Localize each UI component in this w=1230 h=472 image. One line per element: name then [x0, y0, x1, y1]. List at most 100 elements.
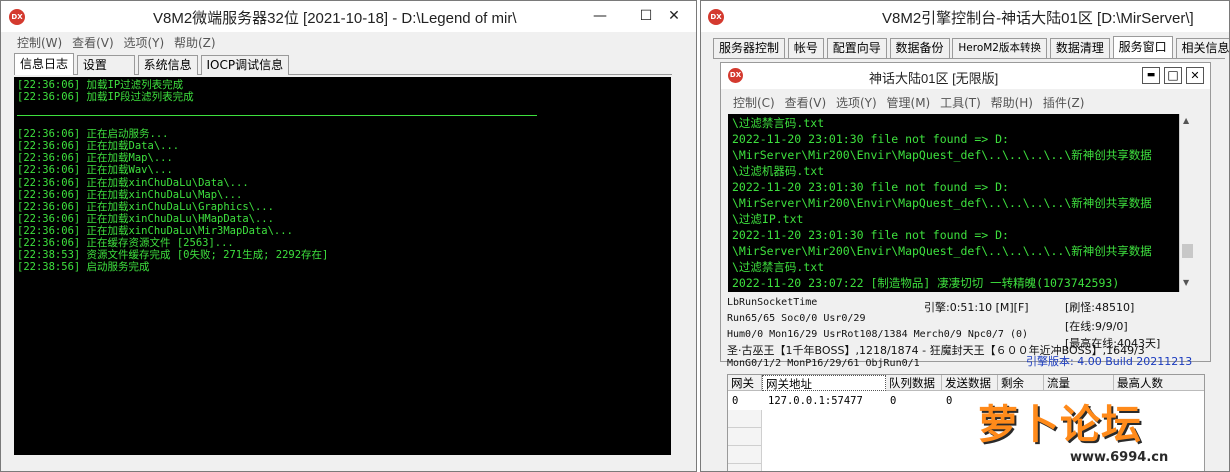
app-icon: DX [9, 9, 25, 25]
log-line: \MirServer\Mir200\Envir\MapQuest_def\..\… [732, 148, 1152, 162]
menu-view[interactable]: 查看(V) [782, 93, 830, 113]
log-line: [22:36:06] 正在加载xinChuDaLu\Map\... [17, 188, 243, 201]
inner-window-title: 神话大陆01区 [无限版] [869, 71, 999, 86]
col-header-traffic[interactable]: 流量 [1044, 375, 1114, 391]
inner-menu-bar: 控制(C) 查看(V) 选项(Y) 管理(M) 工具(T) 帮助(H) 插件(Z… [730, 93, 1210, 113]
empty-row[interactable] [728, 410, 762, 428]
log-line: [22:36:06] 正在加载Data\... [17, 140, 180, 153]
info-log-console[interactable]: [22:36:06] 加载IP过滤列表完成 [22:36:06] 加载IP段过滤… [14, 77, 671, 455]
inner-title-bar[interactable]: DX 神话大陆01区 [无限版] ▬ □ ✕ [721, 63, 1210, 89]
log-line: 2022-11-20 23:01:30 file not found => D: [732, 228, 1009, 242]
log-line: [22:36:06] 正在加载xinChuDaLu\Data\... [17, 176, 249, 189]
col-header-queue[interactable]: 队列数据 [886, 375, 942, 391]
menu-control[interactable]: 控制(C) [730, 93, 778, 113]
menu-tools[interactable]: 工具(T) [937, 93, 984, 113]
menu-manage[interactable]: 管理(M) [884, 93, 934, 113]
minimize-button[interactable]: — [577, 3, 623, 29]
tab-account[interactable]: 帐号 [787, 38, 824, 58]
col-header-address[interactable]: 网关地址 [762, 375, 886, 391]
menu-options[interactable]: 选项(Y) [120, 33, 167, 53]
log-line: 2022-11-20 23:01:30 file not found => D: [732, 132, 1009, 146]
watermark-text: 萝卜论坛 [978, 402, 1142, 448]
monster-stats: MonG0/1/2 MonP16/29/61 ObjRun0/1 [727, 358, 920, 369]
menu-control[interactable]: 控制(W) [14, 33, 65, 53]
log-line: \过滤IP.txt [732, 212, 804, 226]
log-line: \MirServer\Mir200\Envir\MapQuest_def\..\… [732, 244, 1152, 258]
close-button[interactable]: ✕ [651, 3, 696, 29]
window-title: V8M2微端服务器32位 [2021-10-18] - D:\Legend of… [153, 10, 517, 27]
forum-watermark-logo: 萝卜论坛 www.6994.cn [978, 392, 1228, 472]
tab-system-info[interactable]: 系统信息 [137, 55, 198, 75]
engine-version: 引擎版本: 4.00 Build 20211213 [1026, 355, 1193, 368]
empty-row[interactable] [728, 464, 762, 471]
tab-settings[interactable]: 设置 [76, 55, 135, 75]
menu-bar: 控制(W) 查看(V) 选项(Y) 帮助(Z) [14, 33, 696, 53]
col-header-gateway[interactable]: 网关 [728, 375, 762, 391]
log-line: [22:36:06] 正在缓存资源文件 [2563]... [17, 237, 234, 250]
hum-stats: Hum0/0 Mon16/29 UsrRot108/1384 Merch0/9 … [727, 329, 1029, 340]
inner-close-button[interactable]: ✕ [1186, 67, 1204, 84]
log-scrollbar[interactable]: ▲ ▼ [1179, 114, 1195, 292]
tab-data-cleanup[interactable]: 数据清理 [1049, 38, 1110, 58]
tab-info-log[interactable]: 信息日志 [14, 53, 75, 75]
app-icon: DX [728, 68, 743, 83]
menu-help[interactable]: 帮助(H) [988, 93, 1036, 113]
title-bar[interactable]: DX V8M2引擎控制台-神话大陆01区 [D:\MirServer\] [701, 1, 1229, 32]
log-line: [22:36:06] 正在加载Map\... [17, 152, 173, 165]
log-line: [22:38:56] 启动服务完成 [17, 261, 150, 274]
log-line: [22:38:53] 资源文件缓存完成 [0失败; 271生成; 2292存在] [17, 249, 329, 262]
col-header-max-users[interactable]: 最高人数 [1114, 375, 1204, 391]
inner-minimize-button[interactable]: ▬ [1142, 67, 1160, 84]
cell-queue: 0 [890, 395, 897, 407]
watermark-url: www.6994.cn [1070, 450, 1169, 465]
online-count: [在线:9/9/0] [1065, 320, 1128, 333]
tab-strip: 服务器控制 帐号 配置向导 数据备份 HeroM2版本转换 数据清理 服务窗口 … [713, 36, 1229, 59]
socket-time-label: LbRunSocketTime [727, 297, 818, 308]
refresh-monster-count: [刷怪:48510] [1065, 301, 1135, 314]
tab-herom2-convert[interactable]: HeroM2版本转换 [952, 38, 1047, 58]
run-stats: Run65/65 Soc0/0 Usr0/29 [727, 313, 866, 324]
engine-uptime: 引擎:0:51:10 [M][F] [924, 301, 1029, 314]
empty-row[interactable] [728, 446, 762, 464]
log-line: [22:36:06] 正在加载xinChuDaLu\Graphics\... [17, 200, 274, 213]
tab-strip: 信息日志 设置 系统信息 IOCP调试信息 [14, 53, 672, 75]
cell-gateway: 0 [732, 395, 739, 407]
log-line: [22:36:06] 正在启动服务... [17, 128, 169, 141]
engine-log-console[interactable]: \过滤禁言码.txt 2022-11-20 23:01:30 file not … [728, 114, 1179, 292]
log-line: [22:36:06] 正在加载xinChuDaLu\HMapData\... [17, 212, 274, 225]
tab-config-wizard[interactable]: 配置向导 [826, 38, 887, 58]
log-line: [22:36:06] 正在加载Wav\... [17, 164, 173, 177]
scroll-up-icon[interactable]: ▲ [1183, 116, 1189, 125]
tab-iocp-debug[interactable]: IOCP调试信息 [200, 55, 290, 75]
tab-service-window[interactable]: 服务窗口 [1112, 36, 1173, 58]
log-separator [17, 115, 537, 117]
menu-options[interactable]: 选项(Y) [833, 93, 880, 113]
tab-related-info[interactable]: 相关信息 [1175, 38, 1229, 58]
menu-view[interactable]: 查看(V) [69, 33, 117, 53]
log-line: \过滤禁言码.txt [732, 260, 825, 274]
log-line: \过滤禁言码.txt [732, 116, 825, 130]
log-line: 2022-11-20 23:07:22 [制造物品] 凄凄切切 一转精魄(107… [732, 276, 1120, 290]
log-line: \MirServer\Mir200\Envir\MapQuest_def\..\… [732, 196, 1152, 210]
micro-server-window: DX V8M2微端服务器32位 [2021-10-18] - D:\Legend… [0, 0, 697, 472]
cell-sent: 0 [946, 395, 953, 407]
window-title: V8M2引擎控制台-神话大陆01区 [D:\MirServer\] [882, 10, 1194, 27]
inner-maximize-button[interactable]: □ [1164, 67, 1182, 84]
empty-row[interactable] [728, 428, 762, 446]
log-line: 2022-11-20 23:01:30 file not found => D: [732, 180, 1009, 194]
scroll-thumb[interactable] [1182, 244, 1193, 258]
cell-address: 127.0.0.1:57477 [768, 395, 863, 407]
col-header-sent[interactable]: 发送数据 [942, 375, 998, 391]
log-line: [22:36:06] 正在加载xinChuDaLu\Mir3MapData\..… [17, 224, 293, 237]
col-header-remaining[interactable]: 剩余 [998, 375, 1044, 391]
log-line: [22:36:06] 加载IP过滤列表完成 [17, 79, 184, 91]
title-bar[interactable]: DX V8M2微端服务器32位 [2021-10-18] - D:\Legend… [1, 1, 696, 32]
log-line: \过滤机器码.txt [732, 164, 825, 178]
scroll-down-icon[interactable]: ▼ [1183, 278, 1189, 287]
app-icon: DX [708, 9, 724, 25]
log-line: [22:36:06] 加载IP段过滤列表完成 [17, 91, 194, 104]
tab-server-control[interactable]: 服务器控制 [713, 38, 786, 58]
menu-plugins[interactable]: 插件(Z) [1040, 93, 1088, 113]
tab-data-backup[interactable]: 数据备份 [889, 38, 950, 58]
menu-help[interactable]: 帮助(Z) [171, 33, 219, 53]
